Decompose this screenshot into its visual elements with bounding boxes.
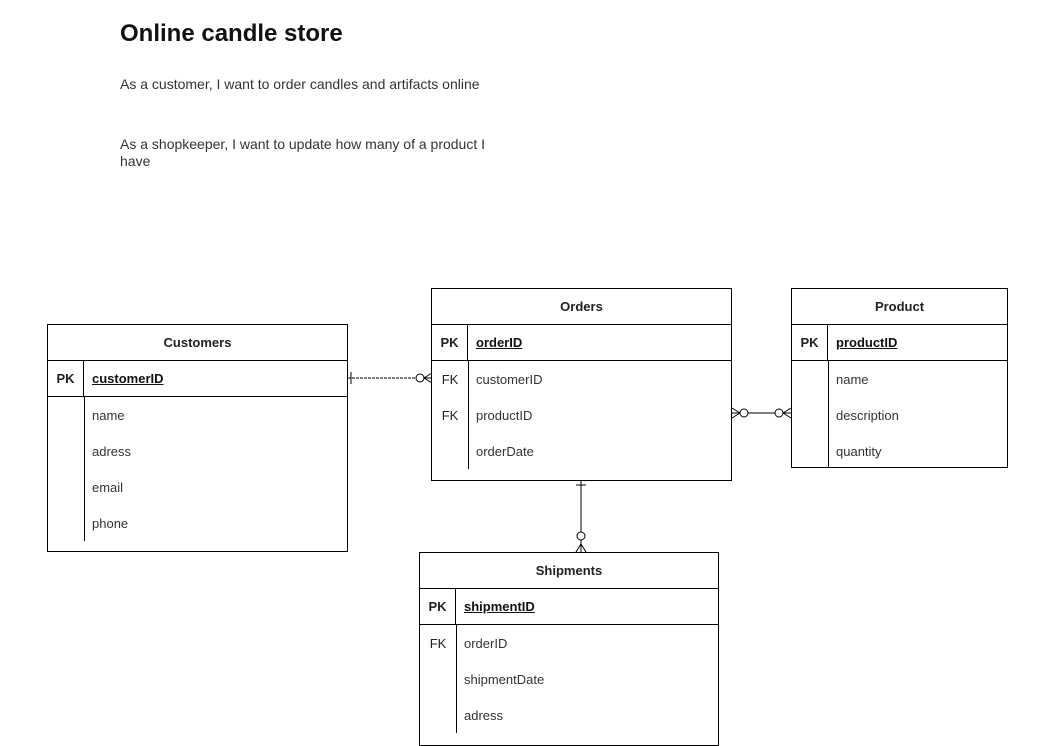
key-label	[48, 397, 84, 433]
key-label	[420, 697, 456, 733]
attribute-name: adress	[464, 707, 504, 723]
attribute-name: orderDate	[476, 443, 534, 459]
attribute-row: adress	[420, 697, 718, 733]
attribute-name: orderID	[464, 635, 508, 651]
attribute-name: name	[836, 371, 869, 387]
pk-field: shipmentID	[464, 599, 535, 614]
attribute-list: FK customerID FK productID orderDate	[432, 361, 731, 469]
pk-field: orderID	[476, 335, 523, 350]
entity-product[interactable]: Product PK productID name description qu…	[791, 288, 1008, 468]
attribute-row: description	[792, 397, 1007, 433]
rel-orders-shipments	[575, 481, 587, 553]
attribute-row: FK productID	[432, 397, 731, 433]
entity-customers[interactable]: Customers PK customerID name adress emai…	[47, 324, 348, 552]
attribute-list: name adress email phone	[48, 397, 347, 541]
pk-label: PK	[420, 589, 456, 624]
attribute-name: email	[92, 479, 124, 495]
attribute-name: shipmentDate	[464, 671, 545, 687]
rel-customers-orders	[348, 372, 433, 384]
attribute-row: email	[48, 469, 347, 505]
key-label	[48, 469, 84, 505]
attribute-list: name description quantity	[792, 361, 1007, 469]
rel-orders-product	[731, 407, 792, 419]
key-label	[792, 433, 828, 469]
pk-label: PK	[48, 361, 84, 396]
key-label	[792, 397, 828, 433]
attribute-name: phone	[92, 515, 129, 531]
key-label	[420, 661, 456, 697]
primary-key-row: PK shipmentID	[420, 589, 718, 625]
attribute-name: quantity	[836, 443, 882, 459]
pk-label: PK	[792, 325, 828, 360]
attribute-name: customerID	[476, 371, 543, 387]
attribute-row: FK orderID	[420, 625, 718, 661]
key-label	[432, 433, 468, 469]
entity-name: Customers	[48, 325, 347, 361]
primary-key-row: PK customerID	[48, 361, 347, 397]
attribute-row: orderDate	[432, 433, 731, 469]
entity-orders[interactable]: Orders PK orderID FK customerID FK product…	[431, 288, 732, 481]
entity-name: Product	[792, 289, 1007, 325]
attribute-row: FK customerID	[432, 361, 731, 397]
attribute-name: adress	[92, 443, 132, 459]
key-label	[48, 433, 84, 469]
attribute-row: phone	[48, 505, 347, 541]
attribute-name: name	[92, 407, 125, 423]
key-label	[48, 505, 84, 541]
attribute-row: shipmentDate	[420, 661, 718, 697]
attribute-row: name	[48, 397, 347, 433]
column-divider	[468, 361, 469, 469]
entity-name: Orders	[432, 289, 731, 325]
pk-label: PK	[432, 325, 468, 360]
key-label: FK	[441, 407, 459, 423]
key-label: FK	[441, 371, 459, 387]
attribute-row: adress	[48, 433, 347, 469]
attribute-name: productID	[476, 407, 533, 423]
attribute-row: name	[792, 361, 1007, 397]
key-label	[792, 361, 828, 397]
column-divider	[828, 361, 829, 467]
column-divider	[84, 397, 85, 541]
entity-name: Shipments	[420, 553, 718, 589]
key-label: FK	[429, 635, 447, 651]
column-divider	[456, 625, 457, 733]
attribute-name: description	[836, 407, 899, 423]
pk-field: customerID	[92, 371, 164, 386]
pk-field: productID	[836, 335, 898, 350]
attribute-row: quantity	[792, 433, 1007, 469]
primary-key-row: PK orderID	[432, 325, 731, 361]
attribute-list: FK orderID shipmentDate adress	[420, 625, 718, 733]
primary-key-row: PK productID	[792, 325, 1007, 361]
entity-shipments[interactable]: Shipments PK shipmentID FK orderID shipme…	[419, 552, 719, 746]
